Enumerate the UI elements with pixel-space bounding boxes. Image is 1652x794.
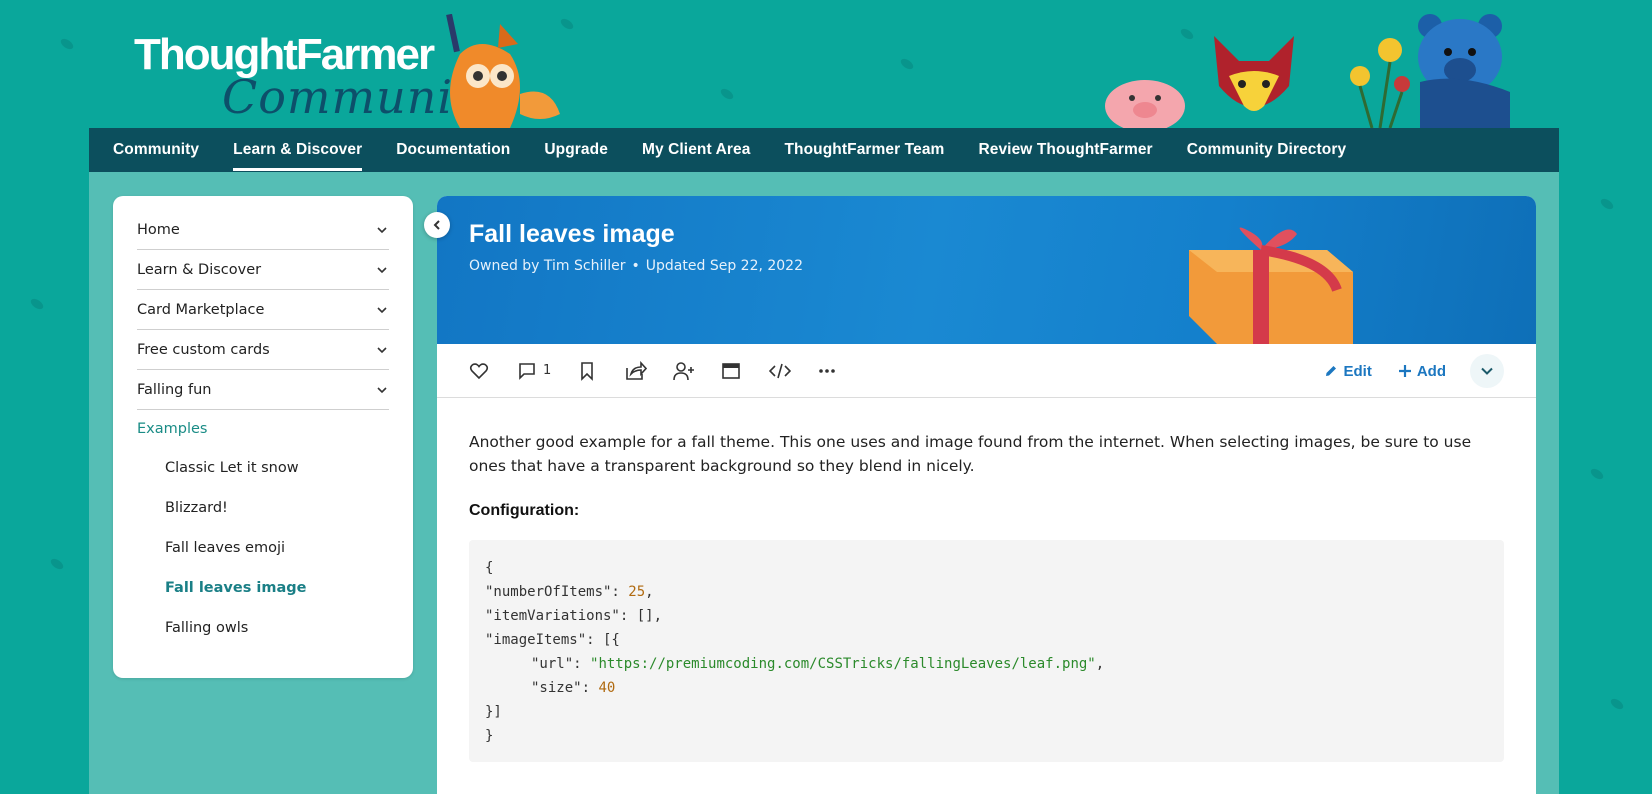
- code-line: "url": "https://premiumcoding.com/CSSTri…: [531, 656, 1105, 672]
- page-toolbar: 1 Edit Add: [437, 344, 1536, 398]
- expand-options-button[interactable]: [1470, 354, 1504, 388]
- chevron-down-icon: [1481, 367, 1493, 375]
- add-button[interactable]: Add: [1398, 363, 1446, 380]
- code-line: {: [485, 560, 494, 576]
- page-body: Another good example for a fall theme. T…: [437, 398, 1536, 762]
- more-options-button[interactable]: [817, 360, 839, 382]
- comment-icon: [519, 362, 535, 380]
- code-line: "itemVariations": [],: [485, 608, 663, 624]
- edit-label: Edit: [1343, 362, 1372, 380]
- chevron-down-icon[interactable]: [375, 263, 389, 277]
- chevron-down-icon[interactable]: [375, 343, 389, 357]
- like-button[interactable]: [469, 360, 491, 382]
- bookmark-icon: [581, 361, 594, 381]
- chevron-down-icon[interactable]: [375, 223, 389, 237]
- code-line: }: [485, 728, 494, 744]
- code-number: 25: [628, 584, 646, 600]
- code-key: "url":: [531, 656, 591, 672]
- updated-text: Updated Sep 22, 2022: [645, 258, 804, 274]
- sidebar-item-learn-discover[interactable]: Learn & Discover: [137, 250, 389, 290]
- sidebar-item-home[interactable]: Home: [137, 210, 389, 250]
- code-key: "size":: [531, 680, 599, 696]
- owl-mascot-illustration: [446, 14, 560, 128]
- sidebar-subitem-classic-let-it-snow[interactable]: Classic Let it snow: [137, 448, 389, 488]
- fox-illustration: [1214, 36, 1294, 111]
- pig-illustration: [1105, 80, 1185, 128]
- code-number: 40: [598, 680, 616, 696]
- page-banner: Fall leaves image Owned by Tim Schiller •…: [437, 196, 1536, 344]
- add-label: Add: [1416, 362, 1446, 380]
- edit-button[interactable]: Edit: [1324, 362, 1372, 380]
- nav-item-community-directory[interactable]: Community Directory: [1187, 128, 1347, 172]
- nav-item-learn-discover[interactable]: Learn & Discover: [233, 128, 363, 172]
- comments-button[interactable]: 1: [517, 361, 551, 381]
- sidebar-item-label: Learn & Discover: [137, 261, 262, 278]
- sidebar-subitem-blizzard[interactable]: Blizzard!: [137, 488, 389, 528]
- gift-box-illustration: [1189, 227, 1353, 344]
- code-line: "size": 40: [485, 676, 1488, 700]
- bookmark-button[interactable]: [577, 360, 599, 382]
- share-icon: [626, 360, 648, 380]
- nav-item-thoughtfarmer-team[interactable]: ThoughtFarmer Team: [784, 128, 944, 172]
- heart-icon: [469, 362, 489, 379]
- toolbar-actions: Edit Add: [1298, 344, 1504, 398]
- nav-item-my-client-area[interactable]: My Client Area: [642, 128, 751, 172]
- chevron-left-icon: [433, 220, 440, 230]
- invite-user-button[interactable]: [673, 360, 695, 382]
- comment-count: 1: [543, 363, 552, 378]
- nav-item-community[interactable]: Community: [113, 128, 199, 172]
- sidebar-subitem-fall-leaves-emoji[interactable]: Fall leaves emoji: [137, 528, 389, 568]
- nav-item-documentation[interactable]: Documentation: [396, 128, 510, 172]
- owner-text[interactable]: Owned by Tim Schiller: [469, 258, 626, 274]
- configuration-heading: Configuration:: [469, 502, 580, 519]
- share-button[interactable]: [625, 360, 648, 382]
- code-block: { "numberOfItems": 25, "itemVariations":…: [469, 540, 1504, 762]
- meta-separator: •: [631, 258, 640, 274]
- site-header: ThoughtFarmer Community: [0, 0, 1652, 128]
- bear-illustration: [1418, 14, 1510, 128]
- nav-item-upgrade[interactable]: Upgrade: [544, 128, 608, 172]
- more-icon: [819, 368, 836, 373]
- sidebar-navigation: Home Learn & Discover Card Marketplace F…: [113, 196, 413, 678]
- open-window-button[interactable]: [721, 360, 743, 382]
- chevron-down-icon[interactable]: [375, 303, 389, 317]
- plus-icon: [1398, 365, 1411, 377]
- code-line: }]: [485, 704, 502, 720]
- page-content-panel: Fall leaves image Owned by Tim Schiller •…: [437, 196, 1536, 794]
- sidebar-item-label: Free custom cards: [137, 341, 270, 358]
- sidebar-item-free-custom-cards[interactable]: Free custom cards: [137, 330, 389, 370]
- window-icon: [722, 362, 741, 379]
- page-meta: Owned by Tim Schiller • Updated Sep 22, 20…: [469, 258, 803, 274]
- add-user-icon: [673, 361, 695, 380]
- collapse-sidebar-button[interactable]: [424, 212, 450, 238]
- sidebar-item-label: Card Marketplace: [137, 301, 265, 318]
- code-line: "numberOfItems": 25,: [485, 584, 654, 600]
- sidebar-subitem-fall-leaves-image[interactable]: Fall leaves image: [137, 568, 389, 608]
- sidebar-item-label: Falling fun: [137, 381, 212, 398]
- code-icon: [769, 363, 792, 378]
- main-navigation: Community Learn & Discover Documentation…: [89, 128, 1559, 172]
- embed-code-button[interactable]: [769, 360, 792, 382]
- pencil-icon: [1326, 366, 1337, 376]
- code-key: "numberOfItems":: [485, 584, 629, 600]
- sidebar-section-examples[interactable]: Examples: [137, 410, 389, 448]
- sidebar-subitem-falling-owls[interactable]: Falling owls: [137, 608, 389, 648]
- sidebar-item-falling-fun[interactable]: Falling fun: [137, 370, 389, 410]
- flowers-illustration: [1350, 38, 1410, 128]
- sidebar-item-card-marketplace[interactable]: Card Marketplace: [137, 290, 389, 330]
- sidebar-item-label: Home: [137, 221, 180, 238]
- thoughtfarmer-community-logo[interactable]: ThoughtFarmer Community: [134, 30, 499, 130]
- code-string: "https://premiumcoding.com/CSSTricks/fal…: [590, 656, 1096, 672]
- chevron-down-icon[interactable]: [375, 383, 389, 397]
- page-title: Fall leaves image: [469, 220, 675, 248]
- code-line: "imageItems": [{: [485, 632, 620, 648]
- nav-item-review-thoughtfarmer[interactable]: Review ThoughtFarmer: [978, 128, 1152, 172]
- intro-paragraph: Another good example for a fall theme. T…: [469, 433, 1472, 475]
